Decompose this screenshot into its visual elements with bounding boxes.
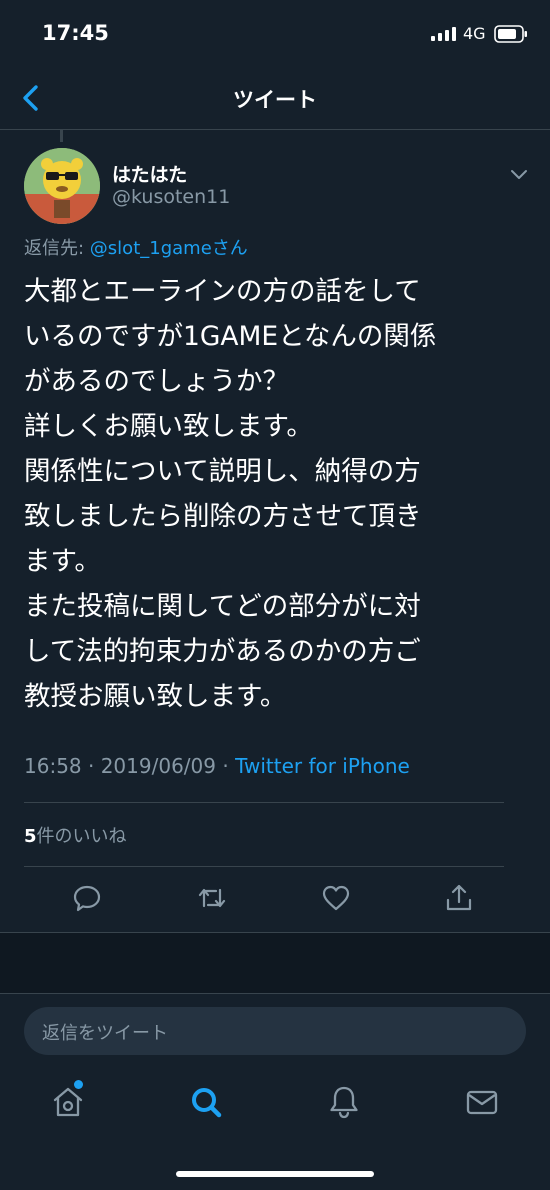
tweet-text-line: また投稿に関してどの部分がに対 [24, 591, 421, 622]
tweet-text-line: 関係性について説明し、納得の方 [24, 456, 421, 487]
chevron-down-icon[interactable] [509, 168, 529, 182]
status-bar: 17:45 4G [0, 0, 550, 66]
likes-label: 件のいいね [36, 826, 127, 847]
status-time: 17:45 [42, 21, 109, 45]
tweet-text-line: 大都とエーラインの方の話をして [24, 276, 421, 307]
tweet-text-line: ます。 [24, 546, 101, 577]
search-icon[interactable] [188, 1084, 224, 1120]
tweet-text: 大都とエーラインの方の話をして いるのですが1GAMEとなんの関係 があるのでし… [24, 269, 534, 719]
mail-icon[interactable] [464, 1084, 500, 1120]
reply-placeholder: 返信をツイート [42, 1023, 168, 1044]
tweet-meta: 16:58 · 2019/06/09 · Twitter for iPhone [24, 754, 410, 778]
home-indicator [176, 1171, 374, 1177]
home-notification-dot [74, 1080, 83, 1089]
network-type: 4G [463, 24, 486, 43]
signal-icon [431, 27, 456, 41]
thread-connector [60, 130, 63, 142]
tweet-text-line: いるのですが1GAMEとなんの関係 [24, 321, 437, 352]
share-icon[interactable] [443, 882, 475, 914]
tweet-source-link[interactable]: Twitter for iPhone [235, 754, 410, 778]
section-separator [0, 932, 550, 994]
avatar[interactable] [24, 148, 100, 224]
page-title: ツイート [233, 88, 317, 112]
reply-to-prefix: 返信先: [24, 238, 90, 259]
divider [24, 866, 504, 867]
user-handle[interactable]: @kusoten11 [112, 186, 230, 208]
tweet-text-line: 致しましたら削除の方させて頂き [24, 501, 422, 532]
heart-icon[interactable] [320, 882, 352, 914]
nav-bar: ツイート [0, 66, 550, 130]
home-icon[interactable] [50, 1084, 86, 1120]
comment-icon[interactable] [71, 882, 103, 914]
tweet-text-line: 教授お願い致します。 [24, 681, 287, 712]
reply-input[interactable]: 返信をツイート [24, 1007, 526, 1055]
tweet-actions [0, 882, 550, 918]
tweet-text-line: 詳しくお願い致します。 [24, 411, 313, 442]
tweet-text-line: があるのでしょうか？ [24, 366, 289, 397]
reply-to: 返信先: @slot_1gameさん [24, 234, 248, 260]
tweet-text-line: して法的拘束力があるのかの方ご [24, 636, 421, 667]
tweet-timestamp: 16:58 · 2019/06/09 · [24, 754, 236, 778]
bell-icon[interactable] [326, 1084, 362, 1120]
battery-icon [494, 25, 527, 43]
likes-number: 5 [24, 826, 37, 847]
likes-count[interactable]: 5件のいいね [24, 822, 127, 848]
retweet-icon[interactable] [196, 882, 228, 914]
avatar-illustration [24, 148, 100, 224]
reply-mention-link[interactable]: @slot_1gameさん [90, 238, 248, 259]
divider [24, 802, 504, 803]
display-name[interactable]: はたはた [112, 160, 187, 187]
